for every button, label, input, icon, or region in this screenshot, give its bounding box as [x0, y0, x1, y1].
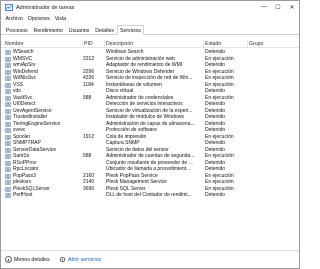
service-gear-icon: [5, 115, 11, 120]
task-manager-window: Administrador de tareas — ☐ ✕ Archivo Op…: [0, 0, 300, 269]
tab-procesos[interactable]: Procesos: [3, 25, 31, 35]
service-gear-icon: [5, 147, 11, 153]
service-gear-icon: [5, 69, 11, 75]
column-header-pid[interactable]: PID: [84, 41, 93, 47]
service-gear-icon: [5, 167, 11, 172]
tab-detalles[interactable]: Detalles: [92, 25, 117, 35]
menu-archivo[interactable]: Archivo: [3, 15, 25, 24]
column-header-name[interactable]: Nombre: [5, 41, 23, 47]
table-row[interactable]: PerfHost DLL de host del Contador de rend…: [1, 192, 299, 199]
service-gear-icon: [5, 50, 11, 55]
table-header: Nombre PID Descripción Estado Grupo: [1, 39, 299, 48]
minimize-button[interactable]: —: [257, 1, 271, 13]
service-gear-icon: [5, 102, 11, 107]
service-gear-icon: [5, 141, 11, 146]
column-divider[interactable]: [104, 40, 105, 47]
service-gear-icon: [5, 56, 11, 62]
service-gear-icon: [5, 63, 11, 68]
services-table: Nombre PID Descripción Estado Grupo WSea…: [1, 39, 299, 249]
open-services-label: Abrir servicios: [68, 256, 102, 263]
service-gear-icon: [5, 95, 11, 101]
service-gear-icon: [5, 121, 11, 127]
fewer-details-label: Menos detalles: [14, 256, 50, 263]
menu-opciones[interactable]: Opciones: [25, 15, 52, 24]
column-divider[interactable]: [203, 40, 204, 47]
service-gear-icon: [5, 89, 11, 94]
column-header-group[interactable]: Grupo: [249, 41, 263, 47]
title-bar: Administrador de tareas — ☐ ✕: [1, 1, 299, 15]
service-gear-icon: [5, 76, 11, 81]
close-button[interactable]: ✕: [285, 1, 299, 13]
menu-vista[interactable]: Vista: [52, 15, 68, 24]
window-title: Administrador de tareas: [16, 5, 75, 11]
table-body: WSearch Windows Search Detenido WMSVC 2312 Se…: [1, 49, 299, 199]
tab-strip: Procesos Rendimiento Usuarios Detalles S…: [1, 25, 299, 35]
service-description: DLL de host del Contador de rendimi...: [106, 192, 192, 198]
maximize-button[interactable]: ☐: [271, 1, 285, 13]
service-gear-icon: [5, 82, 11, 88]
open-services-link[interactable]: Abrir servicios: [59, 256, 101, 263]
fewer-details-button[interactable]: ▲ Menos detalles: [5, 256, 50, 263]
service-gear-icon: [5, 193, 11, 198]
service-name: PerfHost: [13, 192, 33, 198]
service-gear-icon: [5, 134, 11, 140]
service-gear-icon: [5, 154, 11, 159]
tab-rendimiento[interactable]: Rendimiento: [31, 25, 66, 35]
service-gear-icon: [5, 160, 11, 166]
tab-usuarios[interactable]: Usuarios: [66, 25, 92, 35]
service-gear-icon: [5, 108, 11, 114]
menu-bar: Archivo Opciones Vista: [1, 15, 299, 24]
footer-bar: ▲ Menos detalles Abrir servicios: [1, 250, 299, 268]
task-manager-icon: [5, 4, 13, 11]
gear-icon: [59, 256, 66, 263]
service-gear-icon: [5, 186, 11, 192]
column-header-state[interactable]: Estado: [205, 41, 221, 47]
column-divider[interactable]: [82, 40, 83, 47]
service-gear-icon: [5, 180, 11, 185]
service-state: Detenido: [205, 192, 226, 198]
column-divider[interactable]: [247, 40, 248, 47]
service-gear-icon: [5, 173, 11, 179]
tab-servicios[interactable]: Servicios: [116, 25, 145, 35]
column-header-description[interactable]: Descripción: [106, 41, 133, 47]
chevron-up-icon: ▲: [5, 256, 12, 263]
service-gear-icon: [5, 128, 11, 133]
